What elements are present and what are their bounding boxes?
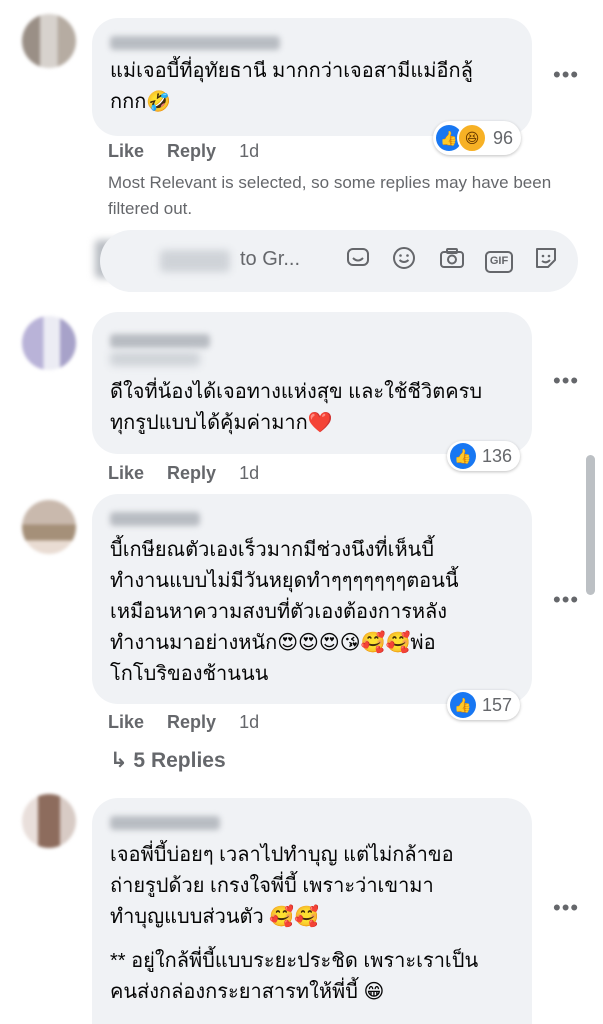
reaction-count: 157 <box>482 694 513 715</box>
comment-text-extra: ** อยู่ใกล้พี่บี้แบบระยะประชิด เพราะเราเ… <box>110 950 479 1003</box>
reply-placeholder: to Gr... <box>240 248 301 270</box>
like-button[interactable]: Like <box>108 141 144 161</box>
timestamp[interactable]: 1d <box>239 712 259 732</box>
gif-icon[interactable]: GIF <box>485 251 513 273</box>
reaction-summary[interactable]: 👍 136 <box>447 441 521 471</box>
camera-icon[interactable] <box>437 245 467 275</box>
reaction-summary[interactable]: 👍 157 <box>447 690 521 720</box>
comment-text: เจอพี่บี้บ่อยๆ เวลาไปทำบุญ แต่ไม่กล้าขอ … <box>110 844 454 928</box>
avatar[interactable] <box>22 316 76 370</box>
commenter-name[interactable] <box>110 816 220 830</box>
scrollbar[interactable] <box>586 455 595 595</box>
reply-button[interactable]: Reply <box>167 141 216 161</box>
avatar[interactable] <box>22 14 76 68</box>
emoji-icon[interactable] <box>389 245 419 275</box>
like-button[interactable]: Like <box>108 712 144 732</box>
comment-text: บี้เกษียณตัวเองเร็วมากมีช่วงนึงที่เห็นบี… <box>110 539 459 685</box>
comment-text: แม่เจอบี้ที่อุทัยธานี มากกว่าเจอสามีแม่อ… <box>110 60 473 113</box>
timestamp[interactable]: 1d <box>239 141 259 161</box>
commenter-name[interactable] <box>110 512 200 526</box>
avatar[interactable] <box>22 500 76 554</box>
timestamp[interactable]: 1d <box>239 463 259 483</box>
sticker-icon[interactable] <box>343 245 373 275</box>
avatar[interactable] <box>22 794 76 848</box>
comment-actions: Like Reply 1d <box>108 141 277 162</box>
more-options-button[interactable]: ••• <box>553 895 579 921</box>
commenter-name[interactable] <box>110 334 210 348</box>
more-options-button[interactable]: ••• <box>553 368 579 394</box>
more-options-button[interactable]: ••• <box>553 587 579 613</box>
reaction-count: 96 <box>493 127 514 148</box>
reply-button[interactable]: Reply <box>167 463 216 483</box>
comment-actions: Like Reply 1d <box>108 463 277 484</box>
commenter-name[interactable] <box>110 36 280 50</box>
reaction-count: 136 <box>482 445 513 466</box>
filter-notice: Most Relevant is selected, so some repli… <box>108 173 552 218</box>
reply-button[interactable]: Reply <box>167 712 216 732</box>
haha-icon: 😆 <box>457 123 487 153</box>
comment-text: ดีใจที่น้องได้เจอทางแห่งสุข และใช้ชีวิตค… <box>110 381 483 434</box>
reaction-summary[interactable]: 👍 😆 96 <box>433 121 522 155</box>
avatar-sticker-icon[interactable] <box>531 245 561 275</box>
like-icon: 👍 <box>450 443 476 469</box>
like-button[interactable]: Like <box>108 463 144 483</box>
like-icon: 👍 <box>450 692 476 718</box>
view-replies-button[interactable]: ↳ 5 Replies <box>110 748 226 773</box>
more-options-button[interactable]: ••• <box>553 62 579 88</box>
commenter-subtitle <box>110 352 200 366</box>
comment-actions: Like Reply 1d <box>108 712 277 733</box>
reply-target-name <box>160 250 230 272</box>
